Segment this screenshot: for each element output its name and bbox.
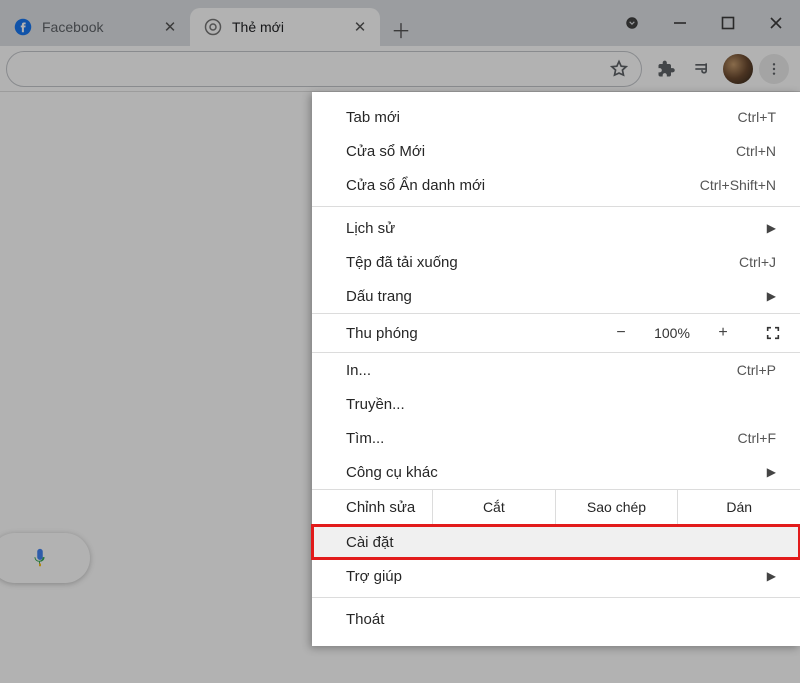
extensions-icon[interactable] [650,53,682,85]
menu-print[interactable]: In... Ctrl+P [312,353,800,387]
voice-search-pill[interactable] [0,533,90,583]
tab-title: Facebook [42,19,103,35]
menu-copy[interactable]: Sao chép [555,490,678,524]
microphone-icon [29,547,51,569]
new-tab-button[interactable]: ＋ [384,12,418,46]
tab-new[interactable]: Thẻ mới ✕ [190,8,380,46]
menu-cast[interactable]: Truyền... [312,387,800,421]
menu-edit-row: Chỉnh sửa Cắt Sao chép Dán [312,489,800,525]
zoom-out-button[interactable]: − [598,324,644,342]
menu-settings[interactable]: Cài đặt [312,525,800,559]
submenu-arrow-icon: ▶ [760,289,776,303]
menu-cut[interactable]: Cắt [432,490,555,524]
menu-bookmarks[interactable]: Dấu trang ▶ [312,279,800,313]
media-control-icon[interactable] [686,53,718,85]
menu-new-tab[interactable]: Tab mới Ctrl+T [312,100,800,134]
tab-facebook[interactable]: Facebook ✕ [0,8,190,46]
menu-help[interactable]: Trợ giúp ▶ [312,559,800,593]
submenu-arrow-icon: ▶ [760,465,776,479]
close-tab-icon[interactable]: ✕ [350,17,370,37]
menu-zoom-row: Thu phóng − 100% + [312,313,800,353]
notification-icon[interactable] [608,3,656,43]
menu-separator [312,597,800,598]
chrome-icon [204,18,222,36]
menu-separator [312,206,800,207]
zoom-level: 100% [644,325,700,341]
close-window-button[interactable] [752,3,800,43]
zoom-in-button[interactable]: + [700,324,746,342]
window-controls [608,0,800,46]
chrome-overflow-menu: Tab mới Ctrl+T Cửa sổ Mới Ctrl+N Cửa sổ … [312,92,800,646]
menu-find[interactable]: Tìm... Ctrl+F [312,421,800,455]
bookmark-star-icon[interactable] [609,59,629,79]
edit-label: Chỉnh sửa [312,499,432,516]
menu-paste[interactable]: Dán [677,490,800,524]
close-tab-icon[interactable]: ✕ [160,17,180,37]
profile-avatar[interactable] [722,53,754,85]
menu-exit[interactable]: Thoát [312,602,800,636]
toolbar [0,46,800,92]
menu-history[interactable]: Lịch sử ▶ [312,211,800,245]
fullscreen-button[interactable] [746,325,800,341]
avatar-image [723,54,753,84]
submenu-arrow-icon: ▶ [760,569,776,583]
menu-downloads[interactable]: Tệp đã tải xuống Ctrl+J [312,245,800,279]
more-vert-icon [759,54,789,84]
menu-more-tools[interactable]: Công cụ khác ▶ [312,455,800,489]
submenu-arrow-icon: ▶ [760,221,776,235]
chrome-menu-button[interactable] [758,53,790,85]
menu-new-window[interactable]: Cửa sổ Mới Ctrl+N [312,134,800,168]
tab-title: Thẻ mới [232,19,284,35]
tab-strip: Facebook ✕ Thẻ mới ✕ ＋ [0,0,800,46]
facebook-icon [14,18,32,36]
menu-incognito[interactable]: Cửa sổ Ẩn danh mới Ctrl+Shift+N [312,168,800,202]
maximize-button[interactable] [704,3,752,43]
minimize-button[interactable] [656,3,704,43]
address-bar[interactable] [6,51,642,87]
